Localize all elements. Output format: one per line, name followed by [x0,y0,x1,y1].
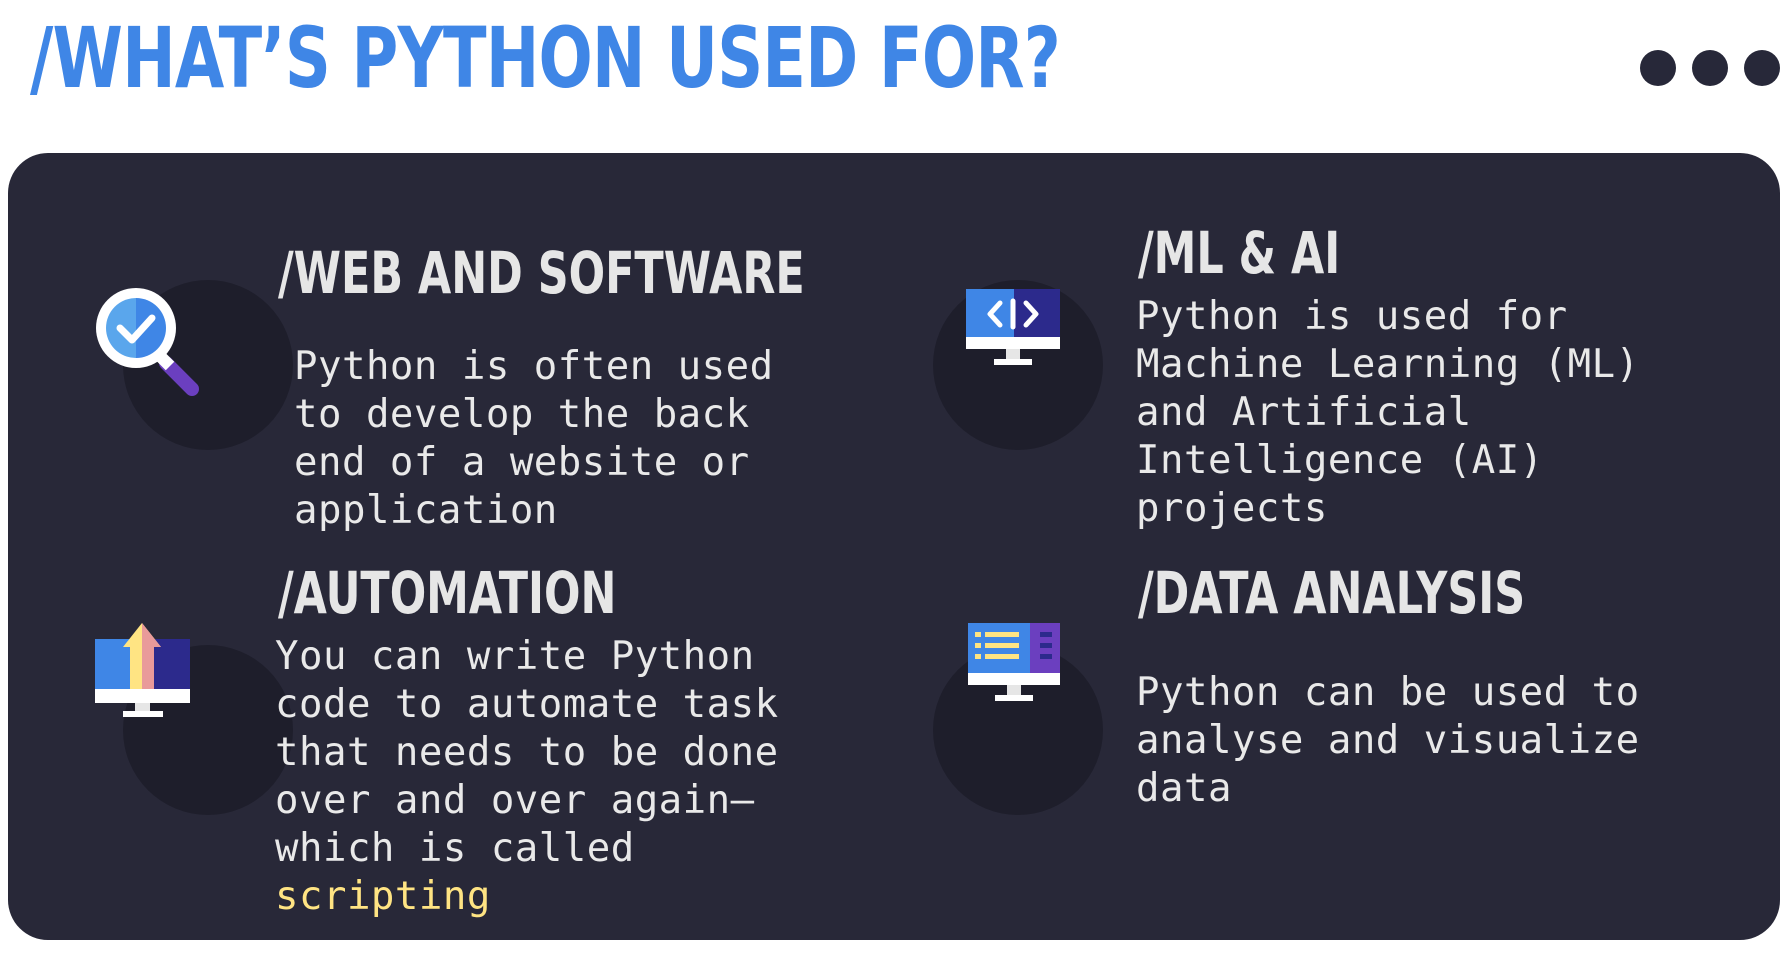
card-title-ml-ai: /ML & AI [1138,219,1341,287]
monitor-data-icon [968,623,1060,701]
monitor-code-icon [966,289,1060,365]
magnifier-check-icon [96,288,199,396]
content-panel: /WEB AND SOFTWARE Python is often used t… [8,153,1780,940]
card-text-automation-body: You can write Python code to automate ta… [275,634,779,871]
card-text-ml-ai: Python is used for Machine Learning (ML)… [1136,294,1640,531]
page-title: /WHAT’S PYTHON USED FOR? [30,9,1061,107]
card-text-automation: You can write Python code to automate ta… [275,633,835,921]
monitor-upload-icon [95,623,190,717]
highlight-keyword: scripting [275,874,491,919]
more-options-icon[interactable] [1640,50,1780,90]
card-title-automation: /AUTOMATION [278,559,617,627]
dot-icon [1692,50,1728,86]
dot-icon [1744,50,1780,86]
card-text-data-analysis: Python can be used to analyse and visual… [1136,670,1640,811]
card-text-web: Python is often used to develop the back… [294,344,774,533]
card-title-data-analysis: /DATA ANALYSIS [1138,559,1526,627]
card-title-web: /WEB AND SOFTWARE [278,239,805,307]
dot-icon [1640,50,1676,86]
